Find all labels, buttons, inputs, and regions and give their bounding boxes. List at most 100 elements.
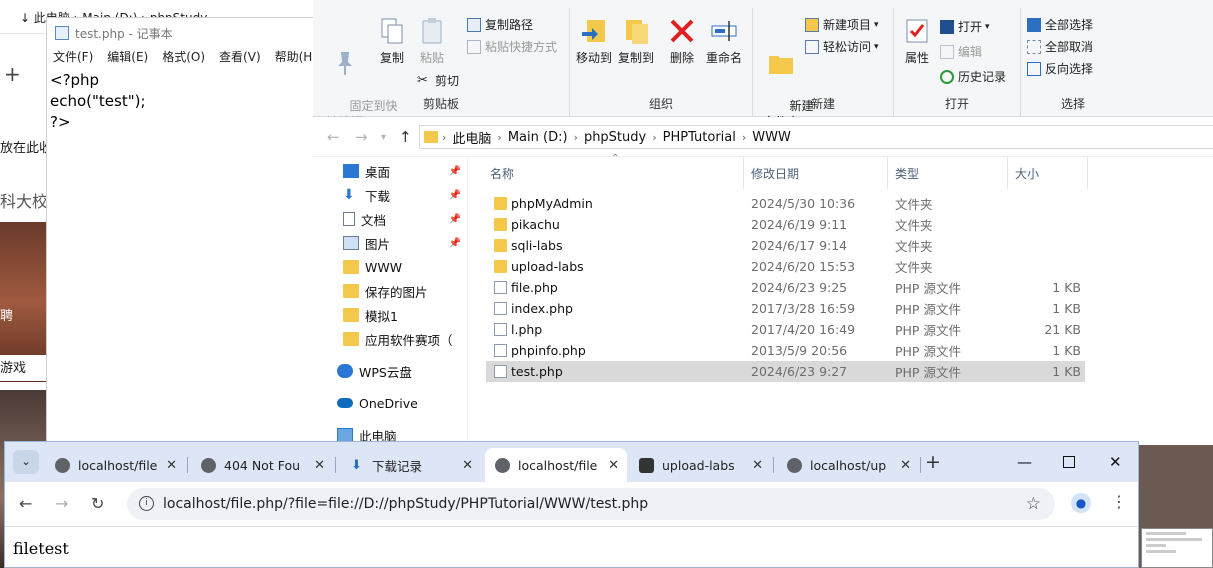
breadcrumb-main-d[interactable]: Main (D:) [508,130,568,145]
address-bar[interactable]: i localhost/file.php/?file=file://D://ph… [127,488,1055,520]
copy-path-button[interactable]: 复制路径 [467,16,533,33]
back-arrow-icon[interactable]: ← [327,128,340,146]
tab-search-dropdown-icon[interactable]: ⌄ [13,450,39,474]
menu-edit[interactable]: 编辑(E) [107,48,148,68]
url-text[interactable]: localhost/file.php/?file=file://D://phpS… [163,496,648,512]
menu-view[interactable]: 查看(V) [219,48,261,68]
tab-localhost-upload[interactable]: localhost/up ✕ [777,448,919,482]
new-item-button[interactable]: 新建项目 ▾ [805,16,879,33]
column-header-size[interactable]: 大小 [1008,157,1088,189]
tab-localhost-file-1[interactable]: localhost/file ✕ [45,448,185,482]
tab-downloads[interactable]: ⬇ 下载记录 ✕ [339,448,481,482]
close-tab-icon[interactable]: ✕ [314,458,325,473]
cut-button[interactable]: ✂ 剪切 [417,72,459,89]
notepad-titlebar[interactable]: test.php - 记事本 [47,18,315,48]
open-button[interactable]: 打开 ▾ [940,18,990,35]
nav-item-saved-pictures[interactable]: 保存的图片 [343,279,465,303]
move-to-button[interactable]: 移动到 [574,16,614,66]
file-row[interactable]: phpMyAdmin 2024/5/30 10:36 文件夹 [486,193,1085,214]
close-tab-icon[interactable]: ✕ [900,458,911,473]
breadcrumb-this-pc[interactable]: 此电脑 [452,128,491,147]
breadcrumb-www[interactable]: WWW [752,130,791,145]
more-menu-icon[interactable]: ⋮ [1111,492,1127,511]
menu-file[interactable]: 文件(F) [53,48,93,68]
background-snippet: 放在此收 [0,141,46,156]
up-arrow-icon[interactable]: ↑ [399,128,412,146]
delete-x-icon [670,19,694,43]
tab-separator [335,457,336,473]
bookmark-star-icon[interactable]: ☆ [1026,494,1041,514]
tab-upload-labs[interactable]: upload-labs ✕ [629,448,771,482]
close-window-icon[interactable]: ✕ [1109,453,1122,471]
new-tab-plus-icon[interactable]: + [925,451,941,473]
pin-icon: 📌 [448,165,461,177]
recent-dropdown-icon[interactable]: ▾ [381,132,386,143]
nav-item-downloads[interactable]: ⬇ 下载 📌 [343,183,465,207]
reload-icon[interactable]: ↻ [91,494,104,513]
history-button[interactable]: 历史记录 [940,68,1006,85]
breadcrumb-phptutorial[interactable]: PHPTutorial [663,130,736,145]
open-icon [940,19,954,34]
file-row[interactable]: pikachu 2024/6/19 9:11 文件夹 [486,214,1085,235]
edit-button[interactable]: 编辑 [940,43,982,60]
copy-to-button[interactable]: 复制到 [616,16,656,66]
cloud-icon [337,364,353,378]
file-row[interactable]: l.php 2017/4/20 16:49 PHP 源文件 21 KB [486,319,1085,340]
invert-selection-button[interactable]: 反向选择 [1027,60,1093,77]
close-tab-icon[interactable]: ✕ [462,458,473,473]
copy-button[interactable]: 复制 [375,16,409,66]
profile-avatar-icon[interactable]: ● [1071,493,1091,513]
file-row[interactable]: phpinfo.php 2013/5/9 20:56 PHP 源文件 1 KB [486,340,1085,361]
tab-localhost-file-active[interactable]: localhost/file ✕ [485,448,627,482]
notepad-menubar: 文件(F) 编辑(E) 格式(O) 查看(V) 帮助(H) [47,48,315,68]
tab-404-not-found[interactable]: 404 Not Fou ✕ [191,448,333,482]
properties-button[interactable]: 属性 [900,16,934,66]
forward-arrow-icon[interactable]: → [55,494,68,513]
menu-format[interactable]: 格式(O) [162,48,205,68]
notepad-text-area[interactable]: <?php echo("test"); ?> [47,68,315,133]
minimize-icon[interactable]: — [1017,453,1032,471]
select-none-button[interactable]: 全部取消 [1027,38,1093,55]
close-tab-icon[interactable]: ✕ [608,458,619,473]
nav-item-desktop[interactable]: 桌面 📌 [343,159,465,183]
file-explorer-window: 固定到快 速访问 复制 粘贴 复制路径 粘贴快捷方式 ✂ 剪切 剪 [313,0,1213,445]
menu-help[interactable]: 帮助(H) [275,48,315,68]
site-info-icon[interactable]: i [139,496,154,511]
rename-button[interactable]: 重命名 [704,16,744,66]
file-row[interactable]: sqli-labs 2024/6/17 9:14 文件夹 [486,235,1085,256]
delete-button[interactable]: 删除 [666,16,698,66]
nav-item-app-software[interactable]: 应用软件赛项（ [343,327,465,351]
breadcrumb-phpstudy[interactable]: phpStudy [584,130,646,145]
nav-item-moni1[interactable]: 模拟1 [343,303,465,327]
file-row[interactable]: index.php 2017/3/28 16:59 PHP 源文件 1 KB [486,298,1085,319]
nav-item-documents[interactable]: 文档 📌 [343,207,465,231]
paste-button[interactable]: 粘贴 [415,16,449,66]
column-header-type[interactable]: 类型 [888,157,1008,189]
folder-icon [343,308,359,322]
file-row[interactable]: upload-labs 2024/6/20 15:53 文件夹 [486,256,1085,277]
close-tab-icon[interactable]: ✕ [752,458,763,473]
globe-icon [201,457,216,473]
new-tab-plus-icon[interactable]: + [4,62,50,86]
folder-icon [424,131,438,143]
nav-item-wps-cloud[interactable]: WPS云盘 [337,359,459,383]
paste-shortcut-icon [467,39,481,54]
paste-shortcut-button[interactable]: 粘贴快捷方式 [467,38,557,55]
nav-item-onedrive[interactable]: OneDrive [337,391,459,415]
folder-icon [494,218,507,231]
column-header-name[interactable]: 名称 [483,157,744,189]
file-row-selected[interactable]: test.php 2024/6/23 9:27 PHP 源文件 1 KB [486,361,1085,382]
maximize-icon[interactable] [1063,456,1075,468]
notepad-icon [55,26,69,40]
nav-item-www[interactable]: WWW [343,255,465,279]
select-all-button[interactable]: 全部选择 [1027,16,1093,33]
address-path[interactable]: › 此电脑 › Main (D:) › phpStudy › PHPTutori… [419,125,1213,149]
easy-access-button[interactable]: 轻松访问 ▾ [805,38,879,55]
nav-item-pictures[interactable]: 图片 📌 [343,231,465,255]
column-header-date[interactable]: 修改日期 [744,157,888,189]
forward-arrow-icon[interactable]: → [355,128,368,146]
close-tab-icon[interactable]: ✕ [166,458,177,473]
ribbon-group-label: 新建 [810,97,835,111]
back-arrow-icon[interactable]: ← [19,494,32,513]
file-row[interactable]: file.php 2024/6/23 9:25 PHP 源文件 1 KB [486,277,1085,298]
